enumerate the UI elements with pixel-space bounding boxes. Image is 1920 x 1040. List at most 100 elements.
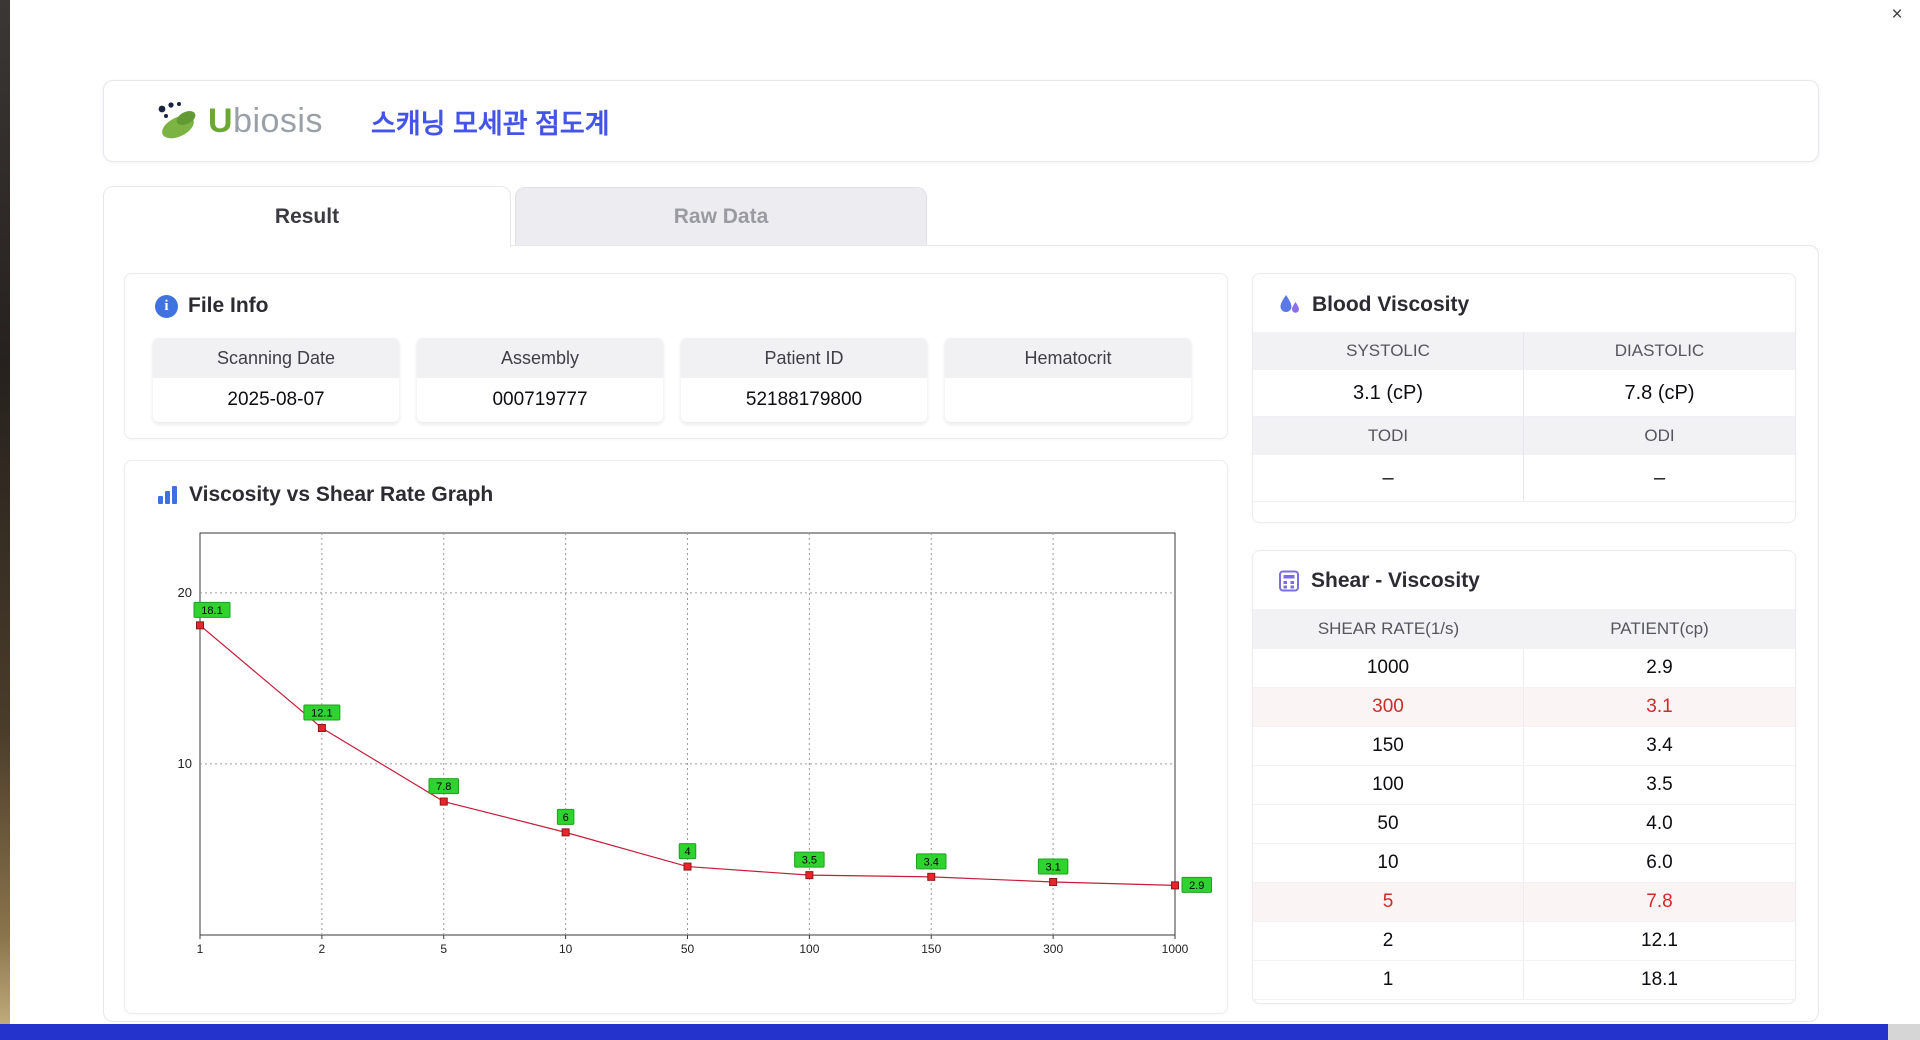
- file-info-fields: Scanning Date 2025-08-07 Assembly 000719777…: [153, 338, 1191, 422]
- result-panel: i File Info Scanning Date 2025-08-07 Assem…: [103, 245, 1819, 1022]
- svg-text:7.8: 7.8: [436, 781, 451, 793]
- field-value: 000719777: [492, 389, 588, 410]
- viscosity-chart: 10 20 1 2 5 10 50 100 150 300 1000 18.1 12.1 7.8 6 4 3.5…: [178, 532, 1212, 956]
- blood-viscosity-card: Blood Viscosity SYSTOLIC DIASTOLIC 3.1 (cP…: [1252, 273, 1796, 523]
- shear-rate-cell: 2: [1253, 922, 1524, 960]
- shear-viscosity-card: Shear - Viscosity SHEAR RATE(1/s) PATIENT…: [1252, 550, 1796, 1004]
- patient-cell: 6.0: [1646, 852, 1673, 873]
- field-label: Patient ID: [681, 338, 927, 378]
- patient-cell: 3.5: [1646, 774, 1673, 795]
- desktop-left-edge: [0, 0, 10, 1040]
- logo-text-u: U: [208, 101, 234, 140]
- blood-viscosity-title: Blood Viscosity: [1312, 292, 1470, 316]
- metric-label: SYSTOLIC: [1253, 332, 1524, 370]
- svg-text:300: 300: [1043, 942, 1063, 956]
- table-row: 2 12.1: [1253, 922, 1795, 961]
- ubiosis-logo: Ubiosis: [152, 99, 323, 143]
- window-bottom-bar: [0, 1024, 1888, 1040]
- window-bottom-corner: [1888, 1024, 1920, 1040]
- droplets-icon: [1280, 295, 1299, 313]
- shear-rate-cell: 50: [1253, 805, 1524, 843]
- table-row: 10 6.0: [1253, 844, 1795, 883]
- field-value: [945, 378, 1191, 422]
- blood-viscosity-grid: SYSTOLIC DIASTOLIC 3.1 (cP) 7.8 (cP) TODI ODI…: [1253, 332, 1795, 502]
- field-label: Hematocrit: [945, 338, 1191, 378]
- svg-text:3.4: 3.4: [924, 856, 939, 868]
- bar-chart-icon: [158, 486, 177, 504]
- shear-viscosity-table: SHEAR RATE(1/s) PATIENT(cp) 1000 2.9 300 3.1…: [1253, 609, 1795, 1000]
- file-field: Hematocrit: [945, 338, 1191, 422]
- metric-value: 7.8 (cP): [1524, 370, 1795, 417]
- shear-rate-cell: 300: [1253, 688, 1524, 726]
- svg-text:2: 2: [319, 942, 326, 956]
- column-header: SHEAR RATE(1/s): [1317, 619, 1460, 638]
- chart-area: 10 20 1 2 5 10 50 100 150 300 1000 18.1 12.1 7.8 6 4 3.5…: [155, 525, 1215, 990]
- shear-rate-cell: 10: [1253, 844, 1524, 882]
- field-value: 2025-08-07: [227, 389, 325, 410]
- svg-text:1: 1: [197, 942, 204, 956]
- shear-rate-cell: 1000: [1253, 649, 1524, 687]
- svg-text:12.1: 12.1: [311, 708, 332, 720]
- table-row: 150 3.4: [1253, 727, 1795, 766]
- patient-cell: 4.0: [1646, 813, 1673, 834]
- logo-text: Ubiosis: [208, 102, 323, 141]
- metric-label: ODI: [1524, 417, 1795, 455]
- table-row: 100 3.5: [1253, 766, 1795, 805]
- column-header: PATIENT(cp): [1610, 619, 1709, 638]
- table-row: 1 18.1: [1253, 961, 1795, 1000]
- svg-text:10: 10: [178, 756, 192, 771]
- shear-rate-cell: 5: [1253, 883, 1524, 921]
- shear-viscosity-title: Shear - Viscosity: [1311, 569, 1480, 592]
- file-info-card: i File Info Scanning Date 2025-08-07 Assem…: [124, 273, 1228, 439]
- calculator-icon: [1279, 570, 1299, 592]
- metric-value: –: [1253, 455, 1524, 502]
- file-field: Assembly 000719777: [417, 338, 663, 422]
- patient-cell: 18.1: [1641, 969, 1678, 990]
- svg-text:1000: 1000: [1162, 942, 1189, 956]
- shear-table-body: 1000 2.9 300 3.1 150 3.4 100 3.5 50 4.0 10 6.0 5 7.8 2…: [1253, 649, 1795, 1000]
- table-row: 50 4.0: [1253, 805, 1795, 844]
- field-value: 52188179800: [745, 389, 863, 410]
- graph-title: Viscosity vs Shear Rate Graph: [189, 483, 494, 506]
- field-label: Scanning Date: [153, 338, 399, 378]
- shear-rate-cell: 100: [1253, 766, 1524, 804]
- svg-text:5: 5: [440, 942, 447, 956]
- table-row: 5 7.8: [1253, 883, 1795, 922]
- svg-text:3.5: 3.5: [802, 855, 817, 867]
- tab-result[interactable]: Result: [103, 186, 511, 247]
- svg-text:18.1: 18.1: [201, 605, 222, 617]
- file-info-title: File Info: [188, 294, 269, 317]
- logo-text-rest: biosis: [233, 101, 323, 140]
- patient-cell: 12.1: [1641, 930, 1678, 951]
- table-row: 1000 2.9: [1253, 649, 1795, 688]
- svg-text:20: 20: [178, 585, 192, 600]
- shear-table-header: SHEAR RATE(1/s) PATIENT(cp): [1253, 609, 1795, 649]
- svg-text:10: 10: [559, 942, 573, 956]
- svg-text:50: 50: [681, 942, 695, 956]
- patient-cell: 2.9: [1646, 657, 1673, 678]
- patient-cell: 7.8: [1646, 891, 1673, 912]
- info-icon: i: [155, 294, 178, 318]
- svg-text:100: 100: [799, 942, 819, 956]
- field-label: Assembly: [417, 338, 663, 378]
- page-title: 스캐닝 모세관 점도계: [371, 108, 610, 139]
- app-header: Ubiosis 스캐닝 모세관 점도계: [103, 80, 1819, 162]
- metric-value: 3.1 (cP): [1253, 370, 1524, 417]
- file-field: Patient ID 52188179800: [681, 338, 927, 422]
- tab-raw-data[interactable]: Raw Data: [515, 187, 927, 246]
- svg-text:150: 150: [921, 942, 941, 956]
- close-icon[interactable]: ×: [1884, 2, 1910, 28]
- metric-value: –: [1524, 455, 1795, 502]
- shear-rate-cell: 150: [1253, 727, 1524, 765]
- metric-label: TODI: [1253, 417, 1524, 455]
- svg-text:3.1: 3.1: [1045, 861, 1060, 873]
- svg-text:4: 4: [684, 846, 690, 858]
- patient-cell: 3.1: [1646, 696, 1673, 717]
- svg-text:6: 6: [563, 812, 569, 824]
- viscosity-graph-card: Viscosity vs Shear Rate Graph 10 20 1 2 5 10 5…: [124, 460, 1228, 1014]
- table-row: 300 3.1: [1253, 688, 1795, 727]
- file-field: Scanning Date 2025-08-07: [153, 338, 399, 422]
- metric-label: DIASTOLIC: [1524, 332, 1795, 370]
- patient-cell: 3.4: [1646, 735, 1673, 756]
- shear-rate-cell: 1: [1253, 961, 1524, 999]
